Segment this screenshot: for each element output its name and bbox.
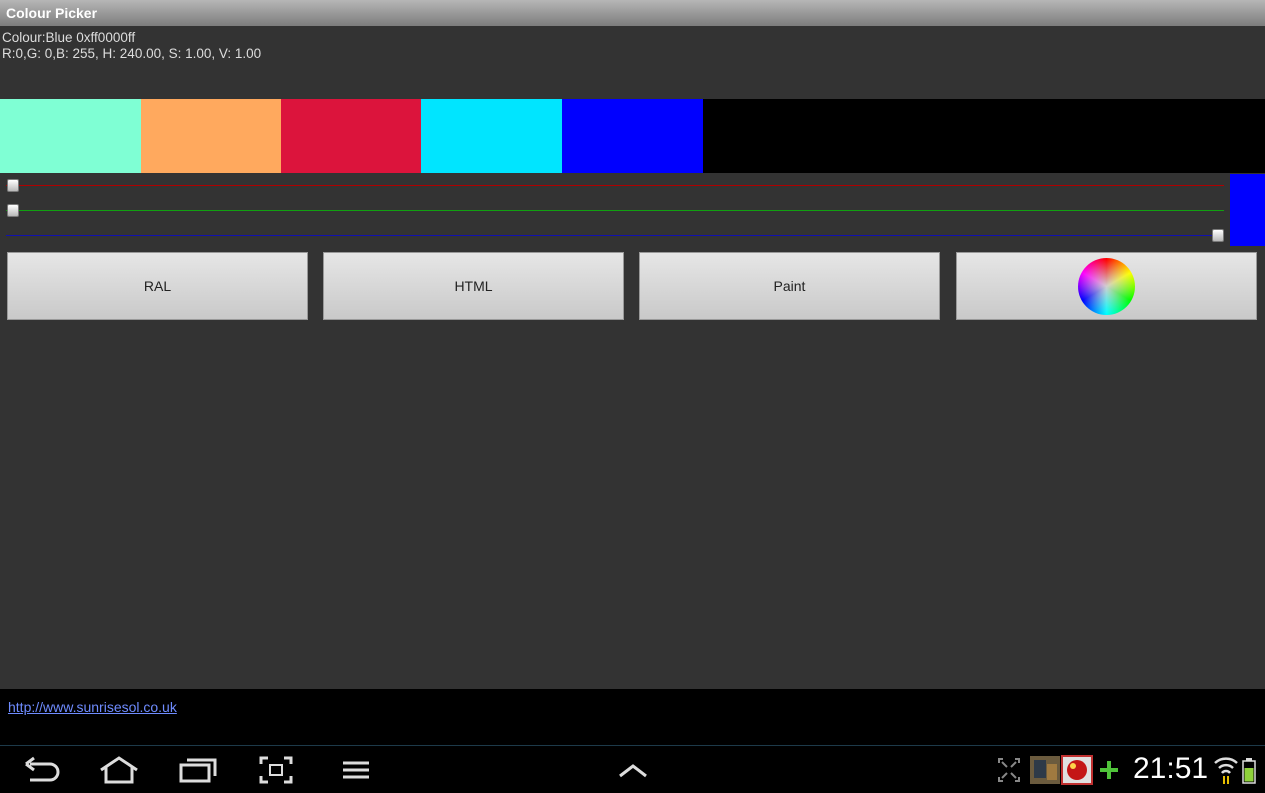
window-title: Colour Picker	[6, 5, 98, 21]
colour-name-line: Colour:Blue 0xff0000ff	[2, 30, 136, 45]
battery-icon	[1242, 758, 1256, 784]
chevron-up-icon[interactable]	[617, 754, 649, 786]
swatch-2[interactable]	[141, 99, 282, 173]
swatch-3[interactable]	[281, 99, 422, 173]
back-icon[interactable]	[22, 754, 62, 786]
home-icon[interactable]	[98, 754, 140, 786]
colour-info: Colour:Blue 0xff0000ff R:0,G: 0,B: 255, …	[2, 30, 261, 62]
title-bar: Colour Picker	[0, 0, 1265, 26]
paint-button[interactable]: Paint	[639, 252, 940, 320]
ral-button[interactable]: RAL	[7, 252, 308, 320]
swatch-4[interactable]	[421, 99, 562, 173]
green-slider-thumb[interactable]	[7, 204, 19, 217]
screenshot-icon[interactable]	[258, 754, 294, 786]
blue-slider-track[interactable]	[6, 235, 1224, 236]
blue-slider-thumb[interactable]	[1212, 229, 1224, 242]
fullscreen-icon[interactable]	[996, 754, 1022, 786]
website-link[interactable]: http://www.sunrisesol.co.uk	[8, 699, 177, 715]
notification-thumbnails-icon[interactable]	[1030, 754, 1094, 786]
red-slider-thumb[interactable]	[7, 179, 19, 192]
colour-values-line: R:0,G: 0,B: 255, H: 240.00, S: 1.00, V: …	[2, 46, 262, 61]
wifi-icon	[1214, 757, 1238, 784]
system-nav-bar	[0, 745, 1265, 793]
rgb-sliders	[0, 173, 1265, 248]
colour-wheel-icon	[1078, 257, 1135, 315]
colour-wheel-button[interactable]	[956, 252, 1257, 320]
swatch-5[interactable]	[562, 99, 703, 173]
footer: http://www.sunrisesol.co.uk	[0, 689, 1265, 745]
menu-icon[interactable]	[340, 754, 372, 786]
recent-swatches	[0, 99, 1265, 173]
plus-icon	[1100, 761, 1118, 779]
status-clock: 21:51	[1133, 752, 1209, 785]
colour-preview	[1230, 174, 1265, 246]
green-slider-track[interactable]	[6, 210, 1224, 211]
html-button[interactable]: HTML	[323, 252, 624, 320]
recent-apps-icon[interactable]	[178, 754, 218, 786]
swatch-1[interactable]	[0, 99, 141, 173]
red-slider-track[interactable]	[6, 185, 1224, 186]
